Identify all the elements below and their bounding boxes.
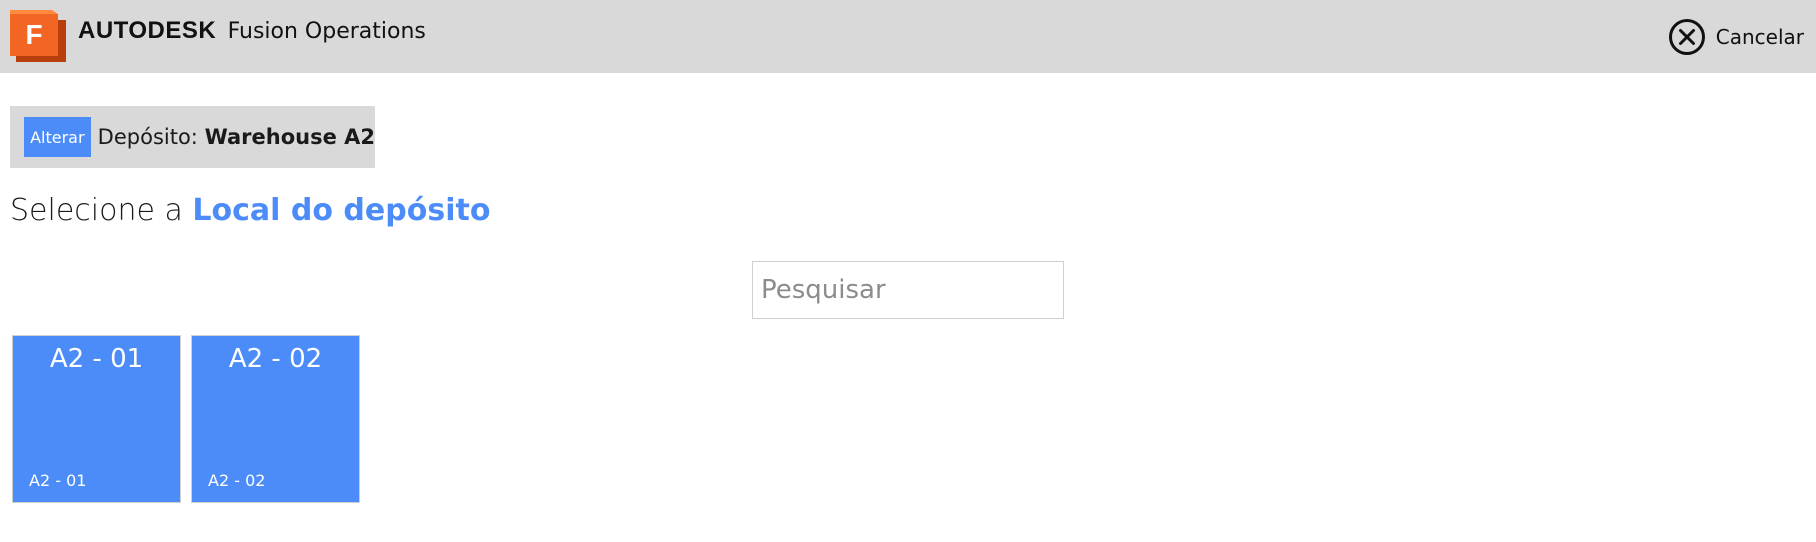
location-tile[interactable]: A2 - 01 A2 - 01 xyxy=(13,336,180,502)
location-tile-title: A2 - 02 xyxy=(228,344,323,374)
search-input[interactable] xyxy=(752,261,1064,319)
page-title-prefix: Selecione a xyxy=(10,193,183,228)
location-tile[interactable]: A2 - 02 A2 - 02 xyxy=(192,336,359,502)
location-tile-grid: A2 - 01 A2 - 01 A2 - 02 A2 - 02 xyxy=(13,336,359,502)
location-tile-subtitle: A2 - 01 xyxy=(29,471,87,490)
brand-product: Fusion Operations xyxy=(227,19,426,44)
location-tile-subtitle: A2 - 02 xyxy=(208,471,266,490)
warehouse-selector: Alterar Depósito: Warehouse A2 xyxy=(10,106,375,168)
app-brand: AUTODESK Fusion Operations xyxy=(78,16,426,47)
warehouse-prefix: Depósito: xyxy=(97,125,198,149)
page-title: Selecione a Local do depósito xyxy=(10,190,490,232)
logo-letter: F xyxy=(25,19,42,50)
cancel-button[interactable]: Cancelar xyxy=(1668,17,1804,57)
location-tile-title: A2 - 01 xyxy=(49,344,144,374)
alter-warehouse-button[interactable]: Alterar xyxy=(24,117,91,157)
warehouse-label: Depósito: Warehouse A2 xyxy=(98,125,375,149)
fusion-logo-icon: F xyxy=(10,10,66,62)
brand-company: AUTODESK xyxy=(78,17,217,44)
page-title-accent: Local do depósito xyxy=(192,193,491,228)
cancel-label: Cancelar xyxy=(1715,25,1804,49)
top-bar: F AUTODESK Fusion Operations Cancelar xyxy=(0,0,1816,73)
warehouse-name: Warehouse A2 xyxy=(204,125,375,149)
close-circle-icon xyxy=(1668,19,1705,55)
